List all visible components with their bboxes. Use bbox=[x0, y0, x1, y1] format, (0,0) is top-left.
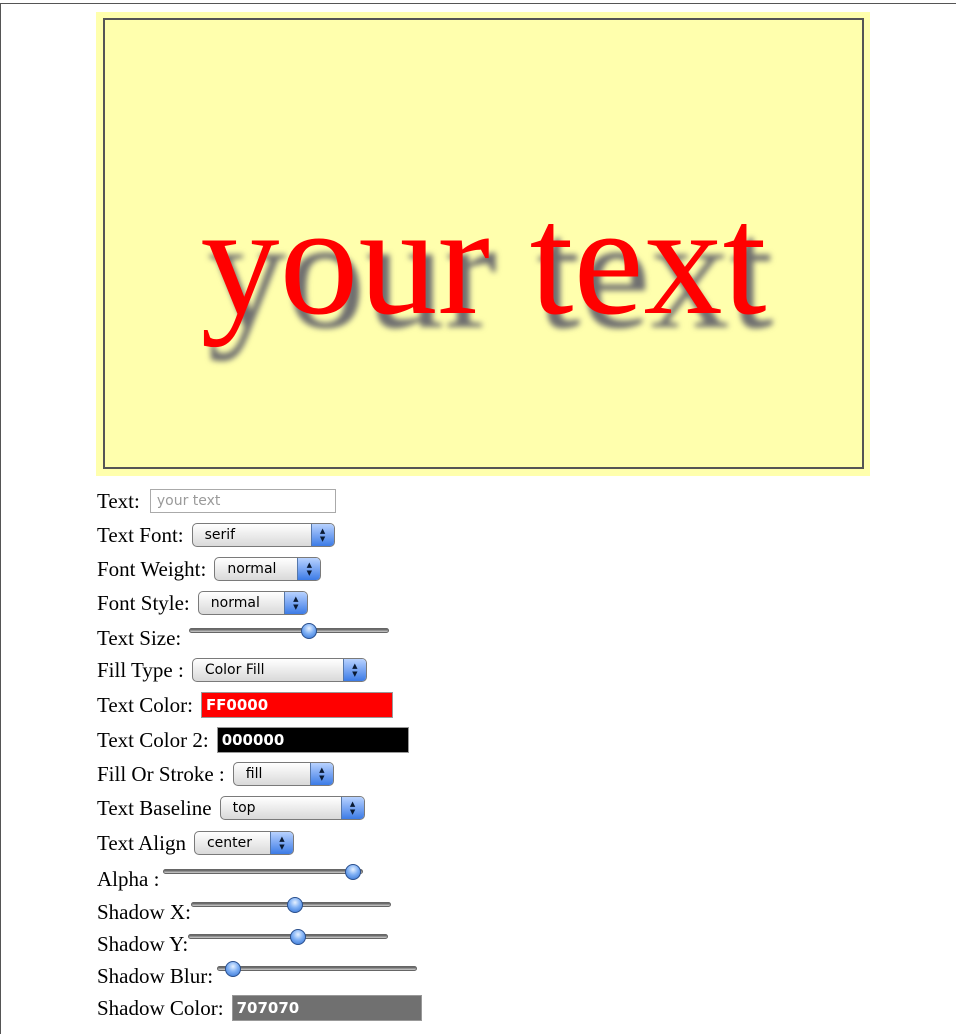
row-text-color-2: Text Color 2: 000000 bbox=[97, 724, 409, 756]
fill-or-stroke-select[interactable]: fill ▲ ▼ bbox=[232, 762, 334, 786]
row-fill-type: Fill Type : Color Fill ▲ ▼ bbox=[97, 654, 367, 686]
text-color-label: Text Color: bbox=[97, 692, 193, 717]
up-down-arrows-icon: ▲ ▼ bbox=[269, 832, 293, 854]
slider-track bbox=[163, 869, 364, 874]
fill-type-value: Color Fill bbox=[204, 662, 265, 678]
font-weight-select[interactable]: normal ▲ ▼ bbox=[214, 557, 322, 581]
row-shadow-color: Shadow Color: 707070 bbox=[97, 992, 422, 1024]
text-color-2-picker[interactable]: 000000 bbox=[216, 727, 409, 753]
row-shadow-blur: Shadow Blur: bbox=[97, 960, 418, 992]
fill-or-stroke-value: fill bbox=[245, 766, 263, 782]
text-font-value: serif bbox=[204, 527, 236, 543]
row-text-color: Text Color: FF0000 bbox=[97, 689, 393, 721]
font-style-value: normal bbox=[210, 595, 260, 611]
row-shadow-x: Shadow X: bbox=[97, 896, 391, 928]
up-down-arrows-icon: ▲ ▼ bbox=[309, 763, 333, 785]
row-text: Text: your text bbox=[97, 485, 336, 517]
up-down-arrows-icon: ▲ ▼ bbox=[283, 592, 307, 614]
text-font-label: Text Font: bbox=[97, 522, 184, 547]
shadow-x-slider[interactable] bbox=[190, 897, 391, 913]
alpha-slider[interactable] bbox=[163, 864, 364, 880]
up-down-arrows-icon: ▲ ▼ bbox=[340, 797, 364, 819]
row-font-weight: Font Weight: normal ▲ ▼ bbox=[97, 553, 322, 585]
shadow-color-label: Shadow Color: bbox=[97, 995, 224, 1020]
shadow-y-slider[interactable] bbox=[188, 929, 389, 945]
alpha-label: Alpha : bbox=[97, 866, 160, 891]
text-align-label: Text Align bbox=[97, 830, 186, 855]
row-text-font: Text Font: serif ▲ ▼ bbox=[97, 519, 335, 551]
canvas-area: your text bbox=[96, 12, 870, 476]
fill-type-select[interactable]: Color Fill ▲ ▼ bbox=[191, 658, 367, 682]
font-style-label: Font Style: bbox=[97, 590, 190, 615]
shadow-color-picker[interactable]: 707070 bbox=[231, 995, 422, 1021]
text-label: Text: bbox=[97, 488, 140, 513]
window-frame-left bbox=[0, 3, 1, 1034]
window-frame-top bbox=[0, 3, 956, 4]
row-font-style: Font Style: normal ▲ ▼ bbox=[97, 587, 308, 619]
row-text-align: Text Align center ▲ ▼ bbox=[97, 827, 294, 859]
text-size-slider[interactable] bbox=[189, 623, 390, 639]
text-input[interactable]: your text bbox=[149, 489, 336, 513]
slider-knob-icon[interactable] bbox=[286, 897, 303, 913]
canvas-border: your text bbox=[103, 18, 864, 469]
fill-type-label: Fill Type : bbox=[97, 657, 184, 682]
row-text-size: Text Size: bbox=[97, 622, 390, 654]
up-down-arrows-icon: ▲ ▼ bbox=[310, 524, 334, 546]
text-baseline-select[interactable]: top ▲ ▼ bbox=[219, 796, 365, 820]
font-style-select[interactable]: normal ▲ ▼ bbox=[197, 591, 308, 615]
shadow-blur-slider[interactable] bbox=[217, 961, 418, 977]
row-shadow-y: Shadow Y: bbox=[97, 928, 389, 960]
row-fill-or-stroke: Fill Or Stroke : fill ▲ ▼ bbox=[97, 758, 334, 790]
slider-track bbox=[189, 628, 390, 633]
text-align-value: center bbox=[206, 835, 252, 851]
shadow-y-label: Shadow Y: bbox=[97, 931, 189, 956]
row-alpha: Alpha : bbox=[97, 863, 364, 895]
up-down-arrows-icon: ▲ ▼ bbox=[342, 659, 366, 681]
shadow-blur-label: Shadow Blur: bbox=[97, 963, 214, 988]
text-color-2-label: Text Color 2: bbox=[97, 727, 209, 752]
text-baseline-value: top bbox=[232, 800, 256, 816]
text-font-select[interactable]: serif ▲ ▼ bbox=[191, 523, 335, 547]
font-weight-value: normal bbox=[227, 561, 277, 577]
fill-or-stroke-label: Fill Or Stroke : bbox=[97, 761, 225, 786]
slider-knob-icon[interactable] bbox=[345, 864, 362, 880]
text-baseline-label: Text Baseline bbox=[97, 795, 212, 820]
slider-knob-icon[interactable] bbox=[301, 623, 318, 639]
text-align-select[interactable]: center ▲ ▼ bbox=[193, 831, 294, 855]
font-weight-label: Font Weight: bbox=[97, 556, 207, 581]
shadow-x-label: Shadow X: bbox=[97, 899, 191, 924]
text-size-label: Text Size: bbox=[97, 625, 182, 650]
slider-knob-icon[interactable] bbox=[225, 961, 242, 977]
slider-knob-icon[interactable] bbox=[290, 929, 307, 945]
canvas-rendered-text: your text bbox=[200, 172, 767, 348]
up-down-arrows-icon: ▲ ▼ bbox=[297, 558, 321, 580]
slider-track bbox=[188, 934, 389, 939]
row-text-baseline: Text Baseline top ▲ ▼ bbox=[97, 792, 365, 824]
text-color-picker[interactable]: FF0000 bbox=[200, 692, 393, 718]
slider-track bbox=[217, 966, 418, 971]
